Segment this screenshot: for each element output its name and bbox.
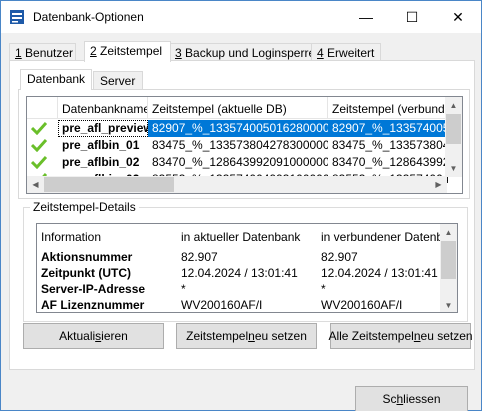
tab-erweitert[interactable]: 4 Erweitert — [311, 43, 381, 61]
db-name-cell[interactable]: pre_aflbin_02 — [58, 154, 148, 171]
db-name-cell[interactable]: pre_aflbin_01 — [58, 137, 148, 154]
tab-accelerator: 1 — [15, 46, 22, 60]
ts-current-cell[interactable]: 83475_%_133573804278300000 — [148, 137, 328, 154]
button-label: Zeitstempel — [186, 329, 249, 343]
scroll-thumb[interactable] — [446, 114, 461, 144]
close-button[interactable]: Sc h liessen — [355, 386, 468, 411]
tab-zeitstempel[interactable]: 2 Zeitstempel — [84, 41, 171, 62]
maximize-button[interactable]: ☐ — [389, 1, 435, 33]
tab-label: Benutzer — [21, 46, 74, 60]
tab-accelerator: 4 — [317, 46, 324, 60]
tab-backup[interactable]: 3 Backup und Loginsperre — [169, 43, 316, 61]
inner-tab-server[interactable]: Server — [93, 71, 143, 89]
scroll-up-icon[interactable]: ▲ — [440, 224, 457, 241]
current-cell: 82.907 — [181, 250, 218, 264]
column-header-ts-connected[interactable]: Zeitstempel (verbunden — [328, 97, 448, 119]
detail-row: Aktionsnummer 82.907 82.907 — [37, 249, 442, 265]
detail-row: AF Lizenznummer WV200160AF/I WV200160AF/… — [37, 297, 442, 312]
grid-horizontal-scrollbar[interactable]: ◀ ▶ — [27, 176, 447, 193]
refresh-button[interactable]: Aktuali s ieren — [23, 323, 164, 349]
timestamp-details-group: Zeitstempel-Details Information in aktue… — [23, 200, 468, 322]
button-accelerator: n — [413, 329, 421, 343]
ts-current-cell[interactable]: 82907_%_133574005016280000 — [148, 120, 328, 137]
database-grid[interactable]: Datenbankname Zeitstempel (aktuelle DB) … — [26, 96, 463, 194]
button-label: eu setzen — [254, 329, 307, 343]
ts-connected-cell[interactable]: 83470_%_12864399209 — [328, 154, 448, 171]
column-header-connected: in verbundener Datenbank — [321, 230, 442, 244]
maximize-icon: ☐ — [405, 8, 419, 25]
column-header-info: Information — [41, 230, 102, 244]
tab-label: Backup und Loginsperre — [181, 46, 316, 60]
tab-accelerator: 3 — [175, 46, 182, 60]
info-cell: AF Lizenznummer — [41, 298, 145, 312]
current-cell: WV200160AF/I — [181, 298, 263, 312]
close-window-button[interactable]: ✕ — [435, 1, 481, 33]
title-bar: Datenbank-Optionen — ☐ ✕ — [1, 1, 481, 33]
zeitstempel-tab-page: Datenbank Server Datenbankname Zeitstemp… — [9, 60, 475, 370]
reset-all-timestamps-button[interactable]: Alle Zeitstempel n eu setzen — [328, 323, 473, 349]
datenbank-page: Datenbankname Zeitstempel (aktuelle DB) … — [18, 89, 470, 199]
table-row[interactable]: pre_afl_preview 82907_%_1335740050162800… — [27, 120, 448, 137]
ts-connected-cell[interactable]: 82907_%_133574005016 — [328, 120, 448, 137]
info-cell: Server-IP-Adresse — [41, 282, 146, 296]
ts-connected-cell[interactable]: 83475_%_13357380427 — [328, 137, 448, 154]
tab-label: Zeitstempel — [96, 44, 163, 58]
button-label: liessen — [403, 392, 441, 406]
scroll-down-icon[interactable]: ▼ — [440, 297, 457, 312]
minimize-icon: — — [359, 9, 373, 25]
db-name-cell[interactable]: pre_afl_preview — [58, 120, 148, 137]
scroll-right-icon[interactable]: ▶ — [430, 176, 447, 193]
button-label: ieren — [101, 329, 128, 343]
current-cell: * — [181, 282, 186, 296]
button-label: Sc — [382, 392, 397, 406]
info-cell: Aktionsnummer — [41, 250, 133, 264]
details-grid[interactable]: Information in aktueller Datenbank in ve… — [36, 223, 458, 313]
scroll-up-icon[interactable]: ▲ — [445, 97, 462, 114]
grid-vertical-scrollbar[interactable]: ▲ ▼ — [445, 97, 462, 177]
app-icon — [10, 10, 24, 24]
connected-cell: WV200160AF/I — [321, 298, 403, 312]
scroll-thumb[interactable] — [441, 241, 456, 279]
details-vertical-scrollbar[interactable]: ▲ ▼ — [440, 224, 457, 312]
tab-accelerator: 2 — [90, 44, 97, 58]
button-label: eu setzen — [420, 329, 473, 343]
tab-benutzer[interactable]: 1 Benutzer — [9, 43, 76, 61]
current-cell: 12.04.2024 / 13:01:41 — [181, 266, 298, 280]
close-icon: ✕ — [452, 8, 464, 25]
inner-tab-datenbank[interactable]: Datenbank — [20, 69, 92, 90]
dialog-window: Datenbank-Optionen — ☐ ✕ 1 Benutzer 2 Ze… — [0, 0, 482, 411]
button-label: Alle Zeitstempel — [328, 329, 414, 343]
ts-current-cell[interactable]: 83470_%_128643992091000000 — [148, 154, 328, 171]
button-accelerator: n — [248, 329, 255, 343]
button-label: Aktuali — [59, 329, 96, 343]
button-accelerator: h — [396, 392, 404, 406]
window-title: Datenbank-Optionen — [33, 10, 144, 24]
connected-cell: 12.04.2024 / 13:01:41 — [321, 266, 438, 280]
table-row[interactable]: pre_aflbin_01 83475_%_133573804278300000… — [27, 137, 448, 154]
column-header-current: in aktueller Datenbank — [181, 230, 301, 244]
info-cell: Zeitpunkt (UTC) — [41, 266, 131, 280]
green-check-icon — [31, 155, 47, 169]
grid-corner — [27, 97, 58, 119]
table-row[interactable]: pre_aflbin_02 83470_%_128643992091000000… — [27, 154, 448, 171]
connected-cell: 82.907 — [321, 250, 358, 264]
column-header-ts-current[interactable]: Zeitstempel (aktuelle DB) — [148, 97, 328, 119]
column-header-name[interactable]: Datenbankname — [58, 97, 148, 119]
scroll-thumb[interactable] — [44, 177, 174, 192]
tab-label: Erweitert — [323, 46, 375, 60]
detail-row: Server-IP-Adresse * * — [37, 281, 442, 297]
detail-row: Zeitpunkt (UTC) 12.04.2024 / 13:01:41 12… — [37, 265, 442, 281]
green-check-icon — [31, 121, 47, 135]
connected-cell: * — [321, 282, 326, 296]
group-label: Zeitstempel-Details — [30, 200, 139, 214]
scroll-left-icon[interactable]: ◀ — [27, 176, 44, 193]
minimize-button[interactable]: — — [343, 1, 389, 33]
green-check-icon — [31, 138, 47, 152]
reset-timestamp-button[interactable]: Zeitstempel n eu setzen — [176, 323, 317, 349]
scroll-down-icon[interactable]: ▼ — [445, 160, 462, 177]
